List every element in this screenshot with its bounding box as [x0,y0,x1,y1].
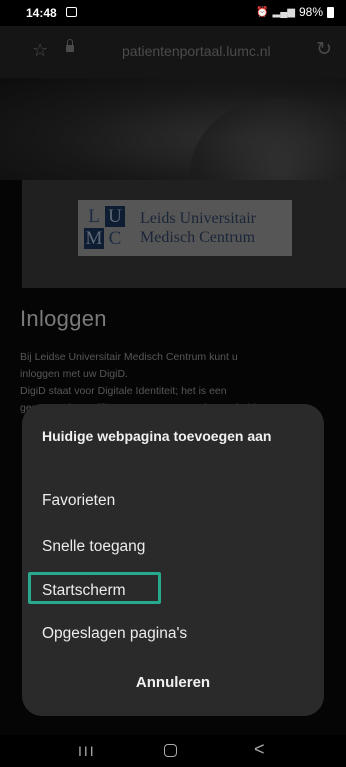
login-heading: Inloggen [20,306,107,331]
menu-item-snelle-toegang[interactable]: Snelle toegang [42,538,145,556]
phone-screen: 14:48 ⏰ ▂▄▆ 98% ☆ patientenportaal.lumc.… [0,0,346,767]
url-text[interactable]: patientenportaal.lumc.nl [122,43,271,59]
logo-letter: C [108,228,122,249]
logo-letter: U [105,206,125,227]
reload-icon[interactable]: ↻ [316,38,332,61]
logo-letter: M [84,228,104,249]
star-icon[interactable]: ☆ [32,40,48,61]
cancel-button[interactable]: Annuleren [22,674,324,691]
add-to-bottom-sheet: Huidige webpagina toevoegen aan Favoriet… [22,404,324,716]
menu-item-favorieten[interactable]: Favorieten [42,492,115,510]
image-notification-icon [66,7,77,17]
battery-percentage: 98% [298,5,323,19]
navigation-bar: III < [0,735,346,767]
home-icon[interactable] [164,744,177,757]
lumc-logo: L U M C Leids Universitair Medisch Centr… [78,200,292,256]
alarm-icon: ⏰ [256,6,269,18]
battery-icon [327,6,334,18]
sheet-title: Huidige webpagina toevoegen aan [42,428,272,444]
back-icon[interactable]: < [254,739,265,760]
status-bar: 14:48 ⏰ ▂▄▆ 98% [0,0,346,26]
status-time: 14:48 [26,6,57,20]
hero-image [0,78,346,248]
logo-name: Leids Universitair Medisch Centrum [140,210,256,246]
menu-item-startscherm[interactable]: Startscherm [42,582,126,600]
lock-icon[interactable] [66,39,74,53]
menu-item-opgeslagen-paginas[interactable]: Opgeslagen pagina's [42,625,187,643]
logo-band: L U M C Leids Universitair Medisch Centr… [22,180,346,288]
browser-url-bar: ☆ patientenportaal.lumc.nl ↻ [0,26,346,78]
logo-letter: L [88,206,100,227]
signal-icon: ▂▄▆ [272,6,295,18]
recent-apps-icon[interactable]: III [78,743,96,759]
status-right: ⏰ ▂▄▆ 98% [256,5,334,19]
